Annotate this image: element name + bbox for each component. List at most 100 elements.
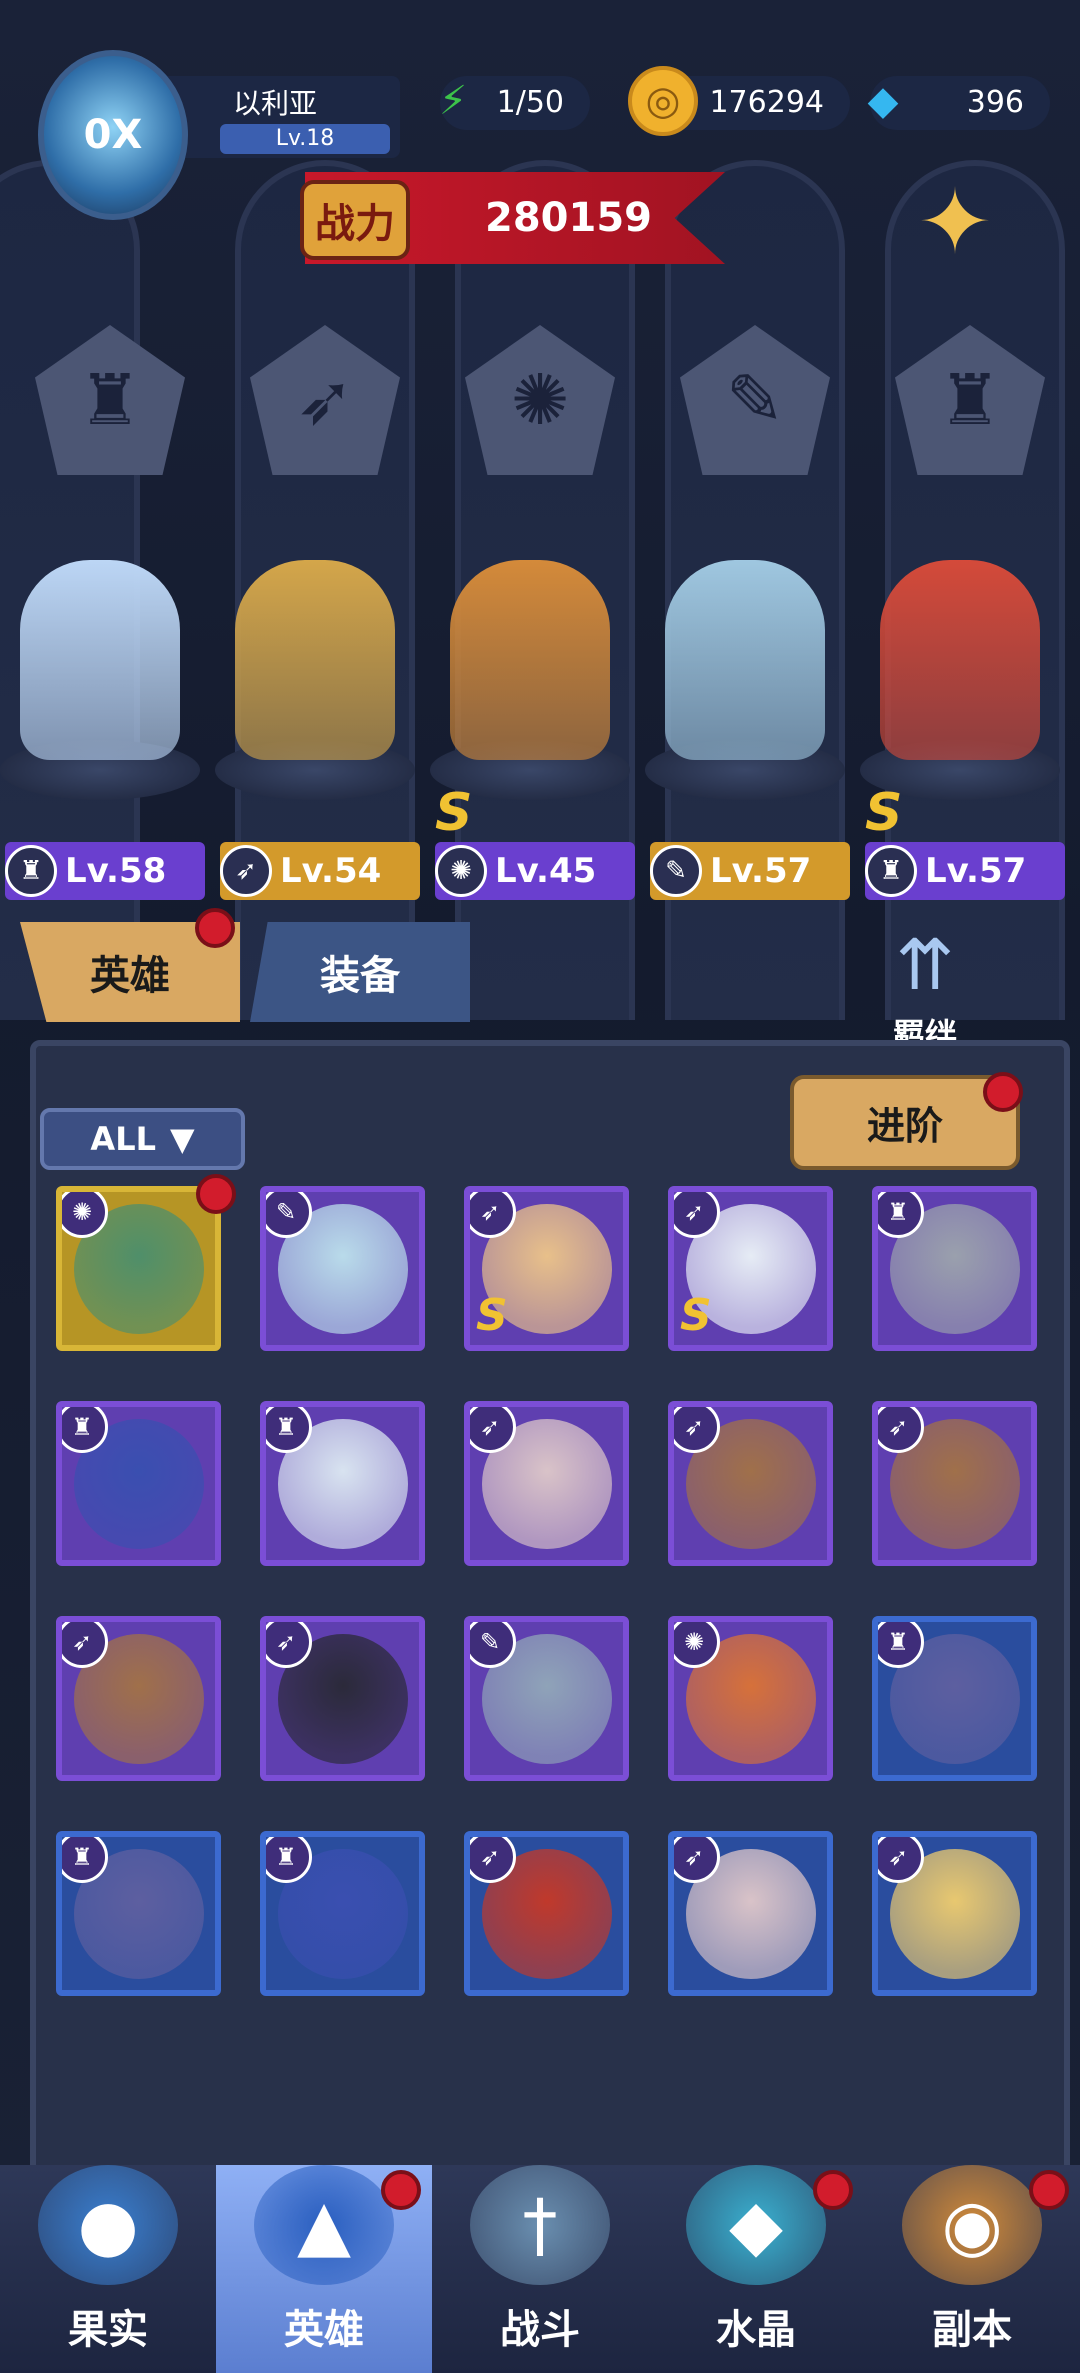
coin-icon: ◎ [628,66,698,136]
hero-card[interactable]: ♜ [872,1186,1037,1351]
bond-button[interactable]: ⇈ 羁绊 [860,920,990,1060]
wing-icon: ➶ [878,1837,924,1883]
gold-counter[interactable]: ◎ 176294 [628,66,850,136]
nav-label: 英雄 [284,2307,364,2353]
lineup-level-bar: ✺ Lv.45 [435,842,635,900]
nav-3[interactable]: † 战斗 [432,2165,648,2373]
hero-card[interactable]: ➶ [464,1831,629,1996]
hero-level: Lv.54 [280,851,382,891]
top-bar: 以利亚 Lv.18 0X ⚡ 1/50 ◎ 176294 ◆ 396 [0,0,1080,220]
nav-label: 战斗 [500,2307,580,2353]
hero-figure [665,560,825,760]
wing-icon: ➶ [878,1407,924,1453]
mage-hat-icon: ♜ [878,1192,924,1238]
hero-card[interactable]: ♜ [260,1831,425,1996]
mage-hat-icon: ♜ [266,1837,312,1883]
nav-label: 水晶 [716,2307,796,2353]
mage-hat-icon: ♜ [62,1407,108,1453]
hero-card[interactable]: ♜ [56,1831,221,1996]
wrench-icon: ✎ [266,1192,312,1238]
bond-icon: ⇈ [895,924,955,1006]
hero-card[interactable]: ➶ S [668,1186,833,1351]
lineup-hero-3[interactable] [430,560,630,800]
wing-icon: ➶ [470,1192,516,1238]
mage-hat-icon: ♜ [878,1622,924,1668]
gold-value: 176294 [709,85,824,120]
sword-icon: † [470,2165,610,2285]
hero-card[interactable]: ➶ [56,1616,221,1781]
wizard-hat-icon: ▲ [254,2165,394,2285]
energy-value: 1/50 [496,85,564,120]
lineup-hero-2[interactable] [215,560,415,800]
wrench-icon: ✎ [650,845,702,897]
chevron-down-icon: ▼ [169,1120,195,1158]
hero-card[interactable]: ✺ [56,1186,221,1351]
wing-icon: ➶ [220,845,272,897]
hero-figure [450,560,610,760]
beast-claw-icon: ✺ [674,1622,720,1668]
player-name: 以利亚 [232,87,317,120]
hero-card[interactable]: ➶ [668,1831,833,1996]
filter-dropdown[interactable]: ALL ▼ [40,1108,245,1170]
shuriken-icon[interactable]: ✦ [900,168,1010,278]
s-rank-badge: S [476,1290,508,1341]
player-name-box[interactable]: 以利亚 Lv.18 [150,76,400,158]
mage-hat-icon: ♜ [62,1837,108,1883]
energy-counter[interactable]: ⚡ 1/50 [439,76,590,130]
hero-card[interactable]: ➶ [872,1401,1037,1566]
hero-roster-panel: ✺ ✎ ➶ S ➶ S ♜ ♜ ♜ ➶ ➶ ➶ ➶ ➶ ✎ ✺ ♜ ♜ ♜ ➶ ➶ ➶ [30,1040,1070,2190]
wing-icon: ➶ [266,1622,312,1668]
hero-card[interactable]: ✎ [260,1186,425,1351]
notification-dot [381,2170,421,2210]
nav-1[interactable]: ● 果实 [0,2165,216,2373]
hero-figure [20,560,180,760]
combat-power-value: 280159 [485,195,652,241]
mage-hat-icon: ♜ [5,845,57,897]
hero-card[interactable]: ✎ [464,1616,629,1781]
tab-equipment[interactable]: 装备 [250,922,470,1022]
mage-hat-icon: ♜ [865,845,917,897]
nav-label: 副本 [932,2307,1012,2353]
hero-card[interactable]: ➶ [464,1401,629,1566]
lineup-level-bar: ➶ Lv.54 [220,842,420,900]
game-screen: { "player": {"name": "以利亚", "level": "Lv… [0,0,1080,2373]
lineup-hero-4[interactable] [645,560,845,800]
nav-label: 果实 [68,2307,148,2353]
hero-card[interactable]: ➶ S [464,1186,629,1351]
hero-level: Lv.45 [495,851,597,891]
hero-level: Lv.57 [710,851,812,891]
s-rank-badge: S [865,783,903,843]
player-avatar[interactable]: 0X [38,50,188,220]
lineup-hero-5[interactable] [860,560,1060,800]
hero-figure [880,560,1040,760]
hero-card[interactable]: ➶ [260,1616,425,1781]
hero-card[interactable]: ♜ [56,1401,221,1566]
hero-card[interactable]: ✺ [668,1616,833,1781]
lineup-hero-1[interactable] [0,560,200,800]
wing-icon: ➶ [674,1837,720,1883]
lineup-level-bar: ♜ Lv.57 [865,842,1065,900]
wing-icon: ➶ [470,1837,516,1883]
portal-icon: ◉ [902,2165,1042,2285]
wing-icon: ➶ [674,1407,720,1453]
notification-dot [195,908,235,948]
wing-icon: ➶ [674,1192,720,1238]
notification-dot [983,1072,1023,1112]
notification-dot [813,2170,853,2210]
hero-card[interactable]: ♜ [260,1401,425,1566]
hero-level: Lv.57 [925,851,1027,891]
diamond-icon: ◆ [867,78,899,124]
wrench-icon: ✎ [470,1622,516,1668]
s-rank-badge: S [680,1290,712,1341]
fruit-icon: ● [38,2165,178,2285]
hero-card[interactable]: ➶ [872,1831,1037,1996]
hero-card[interactable]: ➶ [668,1401,833,1566]
lineup-level-bar: ♜ Lv.58 [5,842,205,900]
gem-counter[interactable]: ◆ 396 [868,76,1050,130]
combat-power-label: 战力 [300,180,410,260]
hero-card[interactable]: ♜ [872,1616,1037,1781]
lightning-icon: ⚡ [438,78,468,124]
notification-dot [1029,2170,1069,2210]
gem-value: 396 [966,85,1024,120]
crystal-icon: ◆ [686,2165,826,2285]
